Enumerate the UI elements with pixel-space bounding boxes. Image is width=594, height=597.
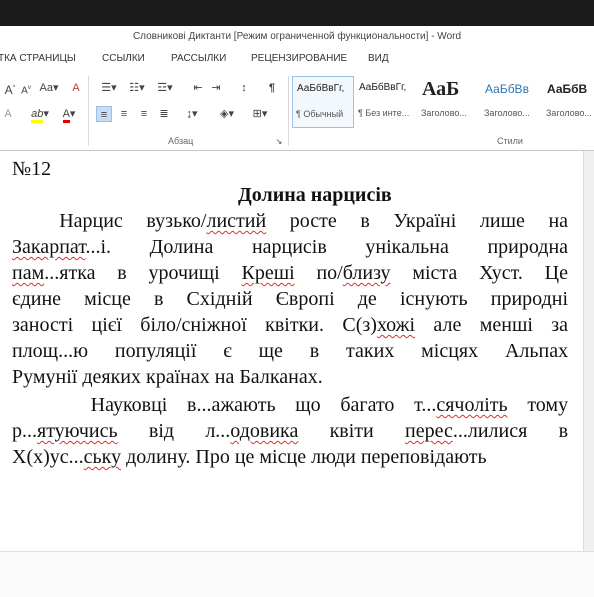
paragraph-line: Румунії деяких країнах на Балканах. xyxy=(12,366,323,388)
paragraph-line: Науковці в...ажають що багато т...сячолі… xyxy=(90,394,569,416)
paragraph-line: пам...ятка в урочищі Креші по/близу міст… xyxy=(12,262,568,284)
bullets-icon[interactable]: ☰▾ xyxy=(98,80,120,96)
text-effects-icon[interactable]: A xyxy=(0,106,16,122)
group-label-paragraph: Абзац xyxy=(168,136,194,146)
clear-formatting-icon[interactable]: A xyxy=(68,80,84,96)
style-no-spacing[interactable]: АаБбВвГг, ¶ Без инте... xyxy=(355,76,417,128)
paragraph-line: єдине місце в Східній Європі де існують … xyxy=(12,288,569,310)
paragraph-launcher-icon[interactable]: ↘ xyxy=(274,134,284,150)
group-separator xyxy=(88,76,89,146)
style-preview: АаБбВвГг, xyxy=(297,83,345,94)
style-name: ¶ Обычный xyxy=(296,109,344,119)
borders-icon[interactable]: ⊞▾ xyxy=(248,106,272,122)
shrink-font-icon[interactable]: Av xyxy=(18,80,34,96)
style-normal[interactable]: АаБбВвГг, ¶ Обычный xyxy=(292,76,354,128)
exercise-number: №12 xyxy=(12,158,52,180)
sort-icon[interactable]: ↕ xyxy=(236,80,252,96)
show-marks-icon[interactable]: ¶ xyxy=(264,80,280,96)
justify-icon[interactable]: ≣ xyxy=(156,106,172,122)
numbering-icon[interactable]: ☷▾ xyxy=(126,80,148,96)
style-preview: АаБ xyxy=(422,78,460,100)
vertical-scrollbar[interactable] xyxy=(583,151,594,551)
highlight-color-icon[interactable]: ab▾ xyxy=(28,106,52,123)
style-preview: АаБбВв xyxy=(485,82,529,96)
window-title: Словникові Диктанти [Режим ограниченной … xyxy=(0,26,594,48)
paragraph-line: Нарцис вузько/листий росте в Україні лиш… xyxy=(59,210,569,232)
style-preview: АаБбВвГг, xyxy=(359,82,407,93)
group-label-styles: Стили xyxy=(497,136,523,146)
paragraph-line: заності цієї біло/сніжної квітки. С(з)хо… xyxy=(12,314,569,336)
tab-page-layout[interactable]: ТКА СТРАНИЦЫ xyxy=(0,48,76,70)
font-color-icon[interactable]: A▾ xyxy=(58,106,80,123)
decrease-indent-icon[interactable]: ⇤ xyxy=(190,80,206,96)
tab-review[interactable]: РЕЦЕНЗИРОВАНИЕ xyxy=(251,48,347,70)
paragraph-line: р...ятуючись від л...одовика квіти перес… xyxy=(12,420,569,442)
style-heading-1[interactable]: АаБ Заголово... xyxy=(418,76,480,128)
style-name: ¶ Без инте... xyxy=(358,108,410,118)
line-spacing-icon[interactable]: ↨▾ xyxy=(180,106,204,122)
window-titlebar xyxy=(0,0,594,26)
align-left-icon[interactable]: ≡ xyxy=(96,106,112,122)
ribbon: A^ Av Aa▾ A A ab▾ A▾ ☰▾ ☷▾ ☲▾ ⇤ ⇥ ↕ ¶ ≡ … xyxy=(0,70,594,151)
style-name: Заголово... xyxy=(546,108,592,118)
change-case-icon[interactable]: Aa▾ xyxy=(38,80,60,96)
multilevel-list-icon[interactable]: ☲▾ xyxy=(154,80,176,96)
tab-mailings[interactable]: РАССЫЛКИ xyxy=(171,48,226,70)
style-name: Заголово... xyxy=(421,108,467,118)
status-area xyxy=(0,551,594,597)
shading-icon[interactable]: ◈▾ xyxy=(214,106,240,122)
align-right-icon[interactable]: ≡ xyxy=(136,106,152,122)
tab-references[interactable]: ССЫЛКИ xyxy=(102,48,145,70)
ribbon-tabs: ТКА СТРАНИЦЫ ССЫЛКИ РАССЫЛКИ РЕЦЕНЗИРОВА… xyxy=(0,48,594,71)
style-preview: АаБбВ xyxy=(547,82,588,96)
document-title: Долина нарцисів xyxy=(238,184,392,206)
paragraph-line: Х(х)ус...ську долину. Про це місце люди … xyxy=(12,446,487,468)
style-name: Заголово... xyxy=(484,108,530,118)
grow-font-icon[interactable]: A^ xyxy=(2,80,18,97)
tab-view[interactable]: ВИД xyxy=(368,48,389,70)
group-separator xyxy=(288,76,289,146)
increase-indent-icon[interactable]: ⇥ xyxy=(208,80,224,96)
style-heading-3[interactable]: АаБбВ Заголово... xyxy=(543,76,594,128)
align-center-icon[interactable]: ≡ xyxy=(116,106,132,122)
paragraph-line: площ...ю популяції є ще в таких місцях А… xyxy=(12,340,569,362)
paragraph-line: Закарпат...і. Долина нарцисів унікальна … xyxy=(12,236,569,258)
style-heading-2[interactable]: АаБбВв Заголово... xyxy=(481,76,543,128)
